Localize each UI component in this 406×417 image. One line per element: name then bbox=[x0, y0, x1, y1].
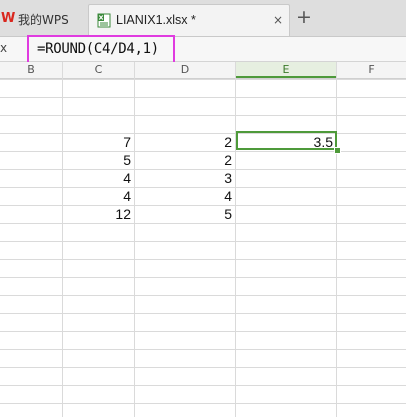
function-icon[interactable]: x bbox=[0, 41, 7, 55]
tab-bar: W 我的WPS LIANIX1.xlsx * × + bbox=[0, 0, 406, 37]
column-header-b[interactable]: B bbox=[0, 62, 63, 78]
cell-c5[interactable]: 5 bbox=[63, 151, 135, 169]
cell-c6[interactable]: 4 bbox=[63, 169, 135, 187]
spreadsheet-file-icon bbox=[97, 13, 111, 28]
cell-c7[interactable]: 4 bbox=[63, 187, 135, 205]
active-cell-selection[interactable] bbox=[236, 131, 337, 150]
gridline bbox=[134, 62, 135, 417]
cell-d7[interactable]: 4 bbox=[135, 187, 236, 205]
column-header-d[interactable]: D bbox=[135, 62, 236, 78]
column-headers: B C D E F bbox=[0, 62, 406, 79]
tab-file[interactable]: LIANIX1.xlsx * × bbox=[88, 4, 290, 36]
formula-bar: x =ROUND(C4/D4,1) bbox=[0, 35, 406, 67]
cell-c4[interactable]: 7 bbox=[63, 133, 135, 151]
gridline bbox=[235, 62, 236, 417]
cell-c8[interactable]: 12 bbox=[63, 205, 135, 223]
tab-home-wps[interactable]: W 我的WPS bbox=[0, 8, 69, 30]
gridline bbox=[62, 62, 63, 417]
spreadsheet-grid[interactable] bbox=[0, 79, 406, 417]
column-header-f[interactable]: F bbox=[337, 62, 406, 78]
column-header-e[interactable]: E bbox=[236, 62, 337, 78]
cell-d8[interactable]: 5 bbox=[135, 205, 236, 223]
gridline bbox=[336, 62, 337, 417]
tab-file-label: LIANIX1.xlsx * bbox=[116, 13, 196, 27]
column-header-c[interactable]: C bbox=[63, 62, 135, 78]
cell-d5[interactable]: 2 bbox=[135, 151, 236, 169]
wps-logo-icon: W bbox=[1, 11, 15, 26]
fill-handle[interactable] bbox=[334, 147, 341, 154]
cell-d6[interactable]: 3 bbox=[135, 169, 236, 187]
tab-home-label: 我的WPS bbox=[18, 12, 69, 27]
formula-input[interactable]: =ROUND(C4/D4,1) bbox=[37, 41, 159, 57]
close-tab-icon[interactable]: × bbox=[273, 13, 283, 27]
add-tab-icon[interactable]: + bbox=[296, 7, 312, 27]
cell-d4[interactable]: 2 bbox=[135, 133, 236, 151]
